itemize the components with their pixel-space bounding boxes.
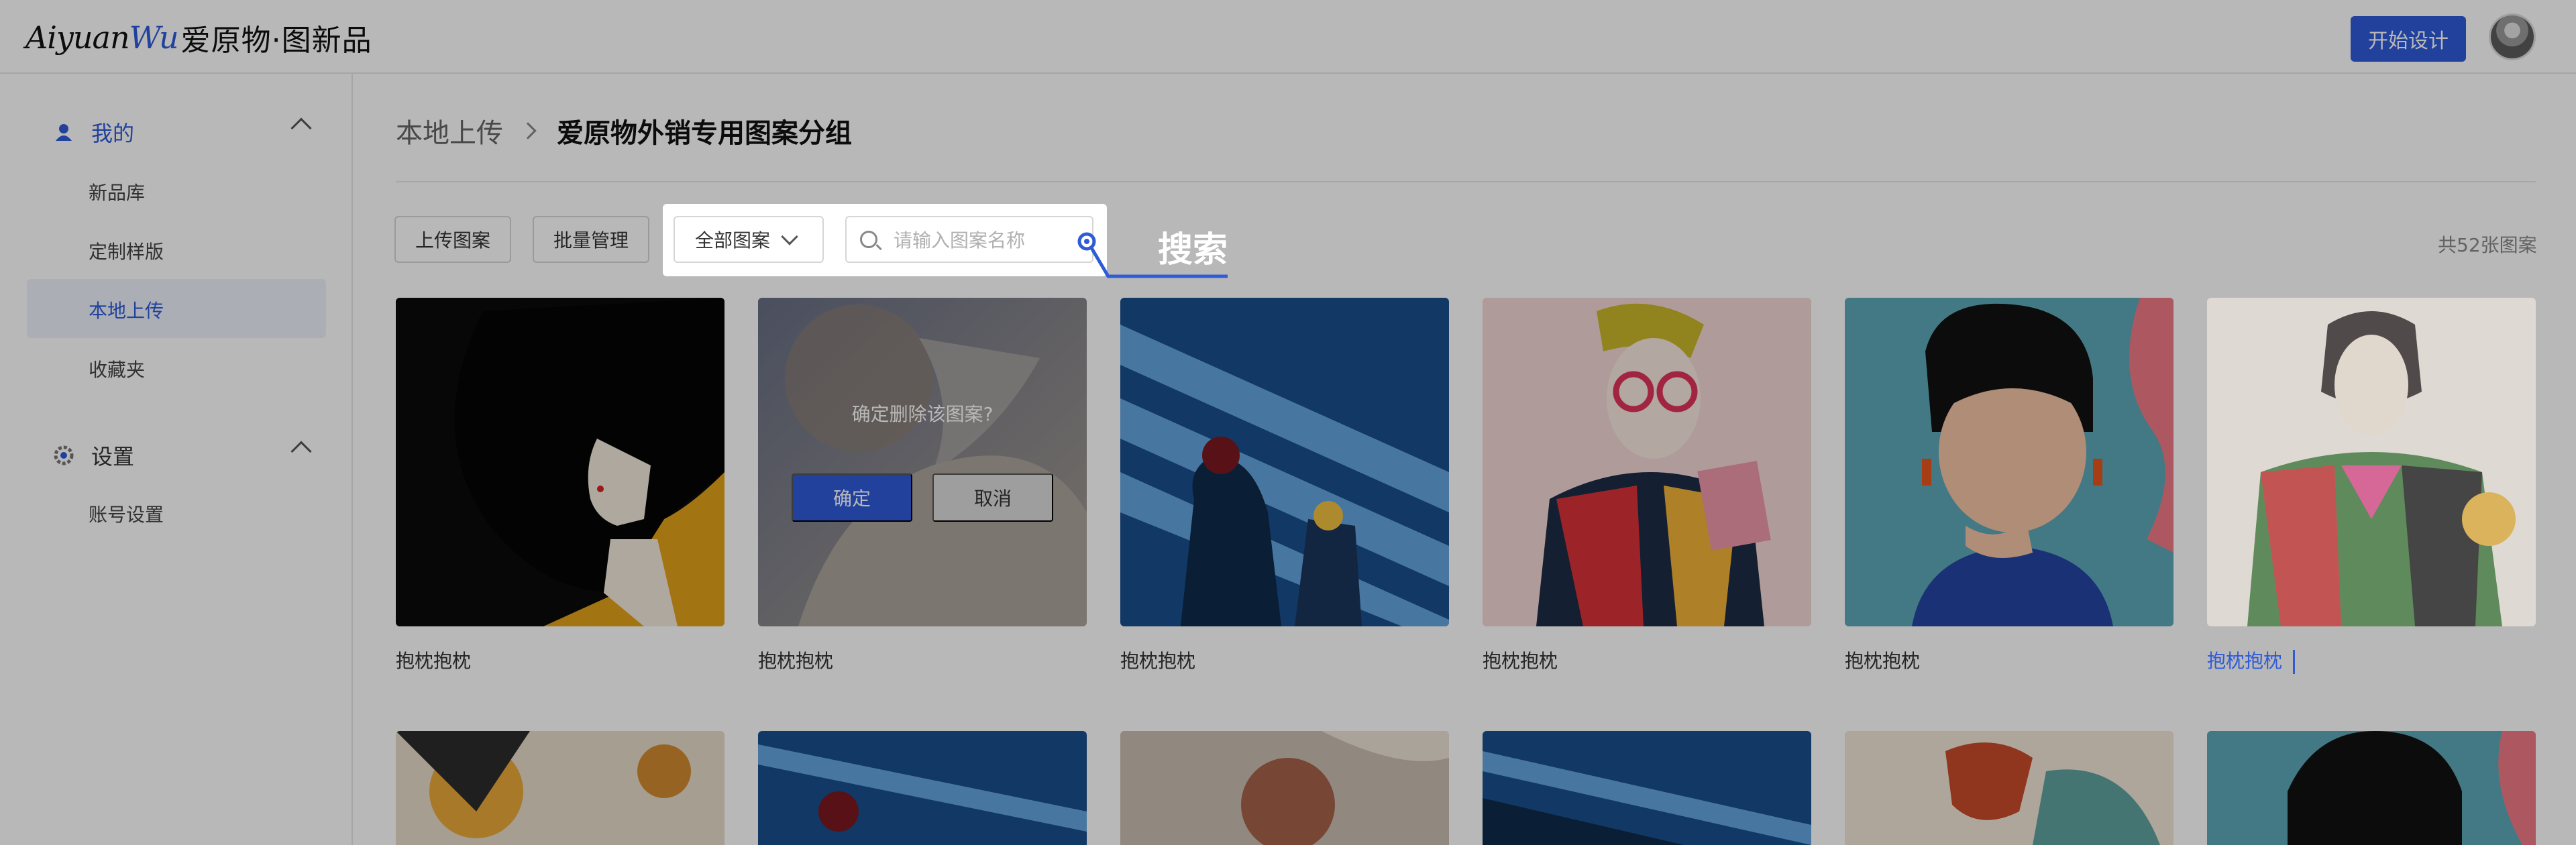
batch-manage-button[interactable]: 批量管理: [533, 216, 649, 263]
pattern-title: 抱枕抱枕: [1483, 650, 1558, 672]
pattern-card[interactable]: 抱枕抱枕: [1120, 298, 1449, 672]
content-divider: [396, 181, 2536, 182]
pattern-title: 抱枕抱枕: [396, 650, 472, 672]
pattern-card[interactable]: [1845, 731, 2174, 845]
sidebar-item-custom-sample[interactable]: 定制样版: [89, 237, 164, 264]
pattern-card[interactable]: 确定删除该图案? 确定 取消 抱枕抱枕: [758, 298, 1087, 672]
pattern-filter-select[interactable]: 全部图案: [674, 216, 824, 263]
sidebar-group-label: 我的: [91, 121, 135, 146]
pattern-card[interactable]: [396, 731, 724, 845]
pattern-card[interactable]: [758, 731, 1087, 845]
sidebar-group-settings[interactable]: 设置: [54, 440, 312, 471]
pattern-thumbnail[interactable]: 确定删除该图案? 确定 取消: [758, 298, 1087, 626]
search-box[interactable]: [845, 216, 1093, 263]
sidebar-group-label: 设置: [91, 444, 135, 469]
breadcrumb-current: 爱原物外销专用图案分组: [557, 118, 852, 149]
pattern-title: 抱枕抱枕: [1845, 650, 1921, 672]
chevron-down-icon: [781, 228, 798, 245]
pattern-card[interactable]: 抱枕抱枕: [2207, 298, 2536, 674]
logo-cn: 爱原物·图新品: [180, 23, 372, 58]
chevron-right-icon: [519, 122, 537, 139]
pattern-thumbnail[interactable]: [1120, 298, 1449, 626]
search-icon: [860, 231, 877, 248]
breadcrumb: 本地上传 爱原物外销专用图案分组: [396, 111, 852, 150]
user-icon: [56, 124, 72, 141]
sidebar-item-local-upload[interactable]: 本地上传: [89, 296, 164, 323]
start-design-button[interactable]: 开始设计: [2351, 16, 2466, 62]
sidebar-item-account-settings[interactable]: 账号设置: [89, 500, 164, 527]
pattern-card[interactable]: [2207, 731, 2536, 845]
chevron-up-icon[interactable]: [290, 441, 312, 462]
brand-logo[interactable]: AiyuanWu 爱原物·图新品: [25, 19, 372, 58]
cancel-delete-button[interactable]: 取消: [932, 473, 1053, 522]
pattern-title-editing[interactable]: 抱枕抱枕: [2207, 646, 2296, 674]
pattern-thumbnail[interactable]: [1483, 298, 1811, 626]
pattern-thumbnail[interactable]: [1845, 298, 2174, 626]
pattern-card[interactable]: 抱枕抱枕: [1483, 298, 1811, 672]
sidebar-item-new-library[interactable]: 新品库: [89, 178, 145, 205]
pattern-card[interactable]: [1120, 731, 1449, 845]
filter-value: 全部图案: [695, 229, 771, 251]
sidebar-group-mine[interactable]: 我的: [54, 117, 312, 148]
pattern-card[interactable]: 抱枕抱枕: [396, 298, 724, 672]
search-input[interactable]: [894, 227, 1061, 253]
sidebar: 我的 新品库 定制样版 本地上传 收藏夹 设置 账号设置: [0, 74, 353, 845]
text-cursor: [2293, 650, 2296, 674]
pattern-title: 抱枕抱枕: [1120, 650, 1196, 672]
logo-script: AiyuanWu: [25, 19, 179, 56]
chevron-up-icon[interactable]: [290, 117, 312, 139]
gear-icon: [54, 445, 74, 465]
pattern-card[interactable]: 抱枕抱枕: [1845, 298, 2174, 672]
delete-confirm-text: 确定删除该图案?: [851, 403, 994, 425]
pattern-title: 抱枕抱枕: [758, 650, 834, 672]
callout-label: 搜索: [1158, 230, 1228, 270]
delete-confirm-overlay: [758, 298, 1087, 626]
sidebar-item-favorites[interactable]: 收藏夹: [89, 355, 145, 382]
top-header: AiyuanWu 爱原物·图新品 开始设计: [0, 0, 2576, 74]
upload-pattern-button[interactable]: 上传图案: [394, 216, 511, 263]
pattern-thumbnail[interactable]: [396, 298, 724, 626]
confirm-delete-button[interactable]: 确定: [792, 473, 912, 522]
pattern-card[interactable]: [1483, 731, 1811, 845]
breadcrumb-parent[interactable]: 本地上传: [396, 111, 503, 150]
sidebar-item-active-bg: [27, 279, 326, 338]
total-count: 共52张图案: [2438, 234, 2537, 256]
pattern-thumbnail[interactable]: [2207, 298, 2536, 626]
user-avatar[interactable]: [2489, 13, 2536, 60]
